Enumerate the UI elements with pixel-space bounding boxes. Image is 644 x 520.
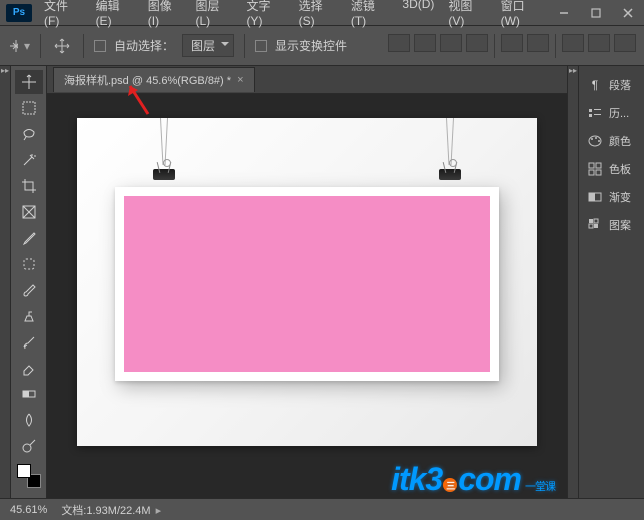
- 3d-mode-button[interactable]: [588, 34, 610, 52]
- panel-history[interactable]: 历...: [579, 100, 644, 126]
- close-icon[interactable]: ×: [237, 74, 243, 86]
- more-options-button[interactable]: [562, 34, 584, 52]
- menu-image[interactable]: 图像(I): [142, 0, 188, 32]
- menu-edit[interactable]: 编辑(E): [90, 0, 140, 32]
- document-area: 海报样机.psd @ 45.6%(RGB/8#) * ×: [47, 66, 567, 498]
- canvas-viewport[interactable]: itk3三com 一堂课: [47, 94, 567, 498]
- chevron-right-icon: ▸: [153, 505, 162, 517]
- separator: [244, 34, 245, 58]
- document-tabs: 海报样机.psd @ 45.6%(RGB/8#) * ×: [47, 66, 567, 94]
- color-swatches[interactable]: [17, 464, 41, 488]
- menu-filter[interactable]: 滤镜(T): [345, 0, 395, 32]
- share-button[interactable]: [614, 34, 636, 52]
- distribute-button-2[interactable]: [527, 34, 549, 52]
- move-tool-icon[interactable]: [51, 35, 73, 57]
- chevron-down-icon: ▾: [24, 39, 30, 53]
- lasso-tool[interactable]: [15, 122, 43, 146]
- hanging-wire: [446, 118, 449, 165]
- separator: [40, 34, 41, 58]
- move-tool[interactable]: [15, 70, 43, 94]
- menu-items: 文件(F) 编辑(E) 图像(I) 图层(L) 文字(Y) 选择(S) 滤镜(T…: [38, 0, 548, 32]
- right-panel-toggle[interactable]: ▸▸: [567, 66, 578, 498]
- eraser-tool[interactable]: [15, 356, 43, 380]
- expand-arrows-icon: ▸▸: [1, 68, 9, 498]
- show-transform-label: 显示变换控件: [275, 37, 347, 54]
- watermark: itk3三com 一堂课: [391, 461, 555, 498]
- distribute-button-1[interactable]: [501, 34, 523, 52]
- menu-type[interactable]: 文字(Y): [240, 0, 290, 32]
- menu-layer[interactable]: 图层(L): [190, 0, 239, 32]
- poster-frame: [115, 187, 499, 381]
- history-icon: [587, 106, 603, 120]
- patterns-icon: [587, 218, 603, 232]
- marquee-tool[interactable]: [15, 96, 43, 120]
- tool-preset-picker[interactable]: ▾: [8, 35, 30, 57]
- align-button-2[interactable]: [414, 34, 436, 52]
- canvas[interactable]: [77, 118, 537, 446]
- document-tab-title: 海报样机.psd @ 45.6%(RGB/8#) *: [64, 72, 231, 88]
- app-logo: Ps: [6, 4, 32, 22]
- menu-window[interactable]: 窗口(W): [495, 0, 548, 32]
- blur-tool[interactable]: [15, 408, 43, 432]
- separator: [494, 34, 495, 58]
- crop-tool[interactable]: [15, 174, 43, 198]
- panel-dock: ¶段落 历... 颜色 色板 渐变 图案: [578, 66, 644, 498]
- status-bar: 45.61% 文档:1.93M/22.4M ▸: [0, 498, 644, 520]
- window-close-button[interactable]: [612, 0, 644, 26]
- separator: [83, 34, 84, 58]
- poster-content: [124, 196, 490, 372]
- panel-color[interactable]: 颜色: [579, 128, 644, 154]
- align-button-4[interactable]: [466, 34, 488, 52]
- dodge-tool[interactable]: [15, 434, 43, 458]
- hanging-wire: [160, 118, 163, 165]
- foreground-color-swatch[interactable]: [17, 464, 31, 478]
- document-tab[interactable]: 海报样机.psd @ 45.6%(RGB/8#) * ×: [53, 67, 255, 92]
- separator: [555, 34, 556, 58]
- show-transform-checkbox[interactable]: [255, 40, 267, 52]
- document-info[interactable]: 文档:1.93M/22.4M ▸: [61, 502, 161, 518]
- watermark-dot-icon: 三: [443, 478, 457, 492]
- panel-swatches[interactable]: 色板: [579, 156, 644, 182]
- auto-select-label: 自动选择：: [114, 37, 174, 54]
- panel-paragraph[interactable]: ¶段落: [579, 72, 644, 98]
- menu-select[interactable]: 选择(S): [293, 0, 343, 32]
- menu-3d[interactable]: 3D(D): [396, 0, 440, 32]
- window-minimize-button[interactable]: [548, 0, 580, 26]
- menu-bar: Ps 文件(F) 编辑(E) 图像(I) 图层(L) 文字(Y) 选择(S) 滤…: [0, 0, 644, 26]
- align-button-3[interactable]: [440, 34, 462, 52]
- panel-gradients[interactable]: 渐变: [579, 184, 644, 210]
- frame-tool[interactable]: [15, 200, 43, 224]
- auto-select-dropdown[interactable]: 图层: [182, 34, 234, 57]
- paragraph-icon: ¶: [587, 78, 603, 92]
- hanging-wire: [165, 118, 168, 165]
- magic-wand-tool[interactable]: [15, 148, 43, 172]
- toolbox: [11, 66, 47, 498]
- expand-arrows-icon: ▸▸: [569, 68, 577, 498]
- color-icon: [587, 134, 603, 148]
- brush-tool[interactable]: [15, 278, 43, 302]
- eyedropper-tool[interactable]: [15, 226, 43, 250]
- hanging-wire: [451, 118, 454, 165]
- gradient-tool[interactable]: [15, 382, 43, 406]
- align-button-1[interactable]: [388, 34, 410, 52]
- left-panel-toggle[interactable]: ▸▸: [0, 66, 11, 498]
- options-bar: ▾ 自动选择： 图层 显示变换控件: [0, 26, 644, 66]
- window-maximize-button[interactable]: [580, 0, 612, 26]
- menu-view[interactable]: 视图(V): [442, 0, 492, 32]
- auto-select-checkbox[interactable]: [94, 40, 106, 52]
- gradient-icon: [587, 190, 603, 204]
- panel-patterns[interactable]: 图案: [579, 212, 644, 238]
- menu-file[interactable]: 文件(F): [38, 0, 88, 32]
- zoom-level[interactable]: 45.61%: [10, 504, 47, 516]
- history-brush-tool[interactable]: [15, 330, 43, 354]
- swatches-icon: [587, 162, 603, 176]
- healing-brush-tool[interactable]: [15, 252, 43, 276]
- clone-stamp-tool[interactable]: [15, 304, 43, 328]
